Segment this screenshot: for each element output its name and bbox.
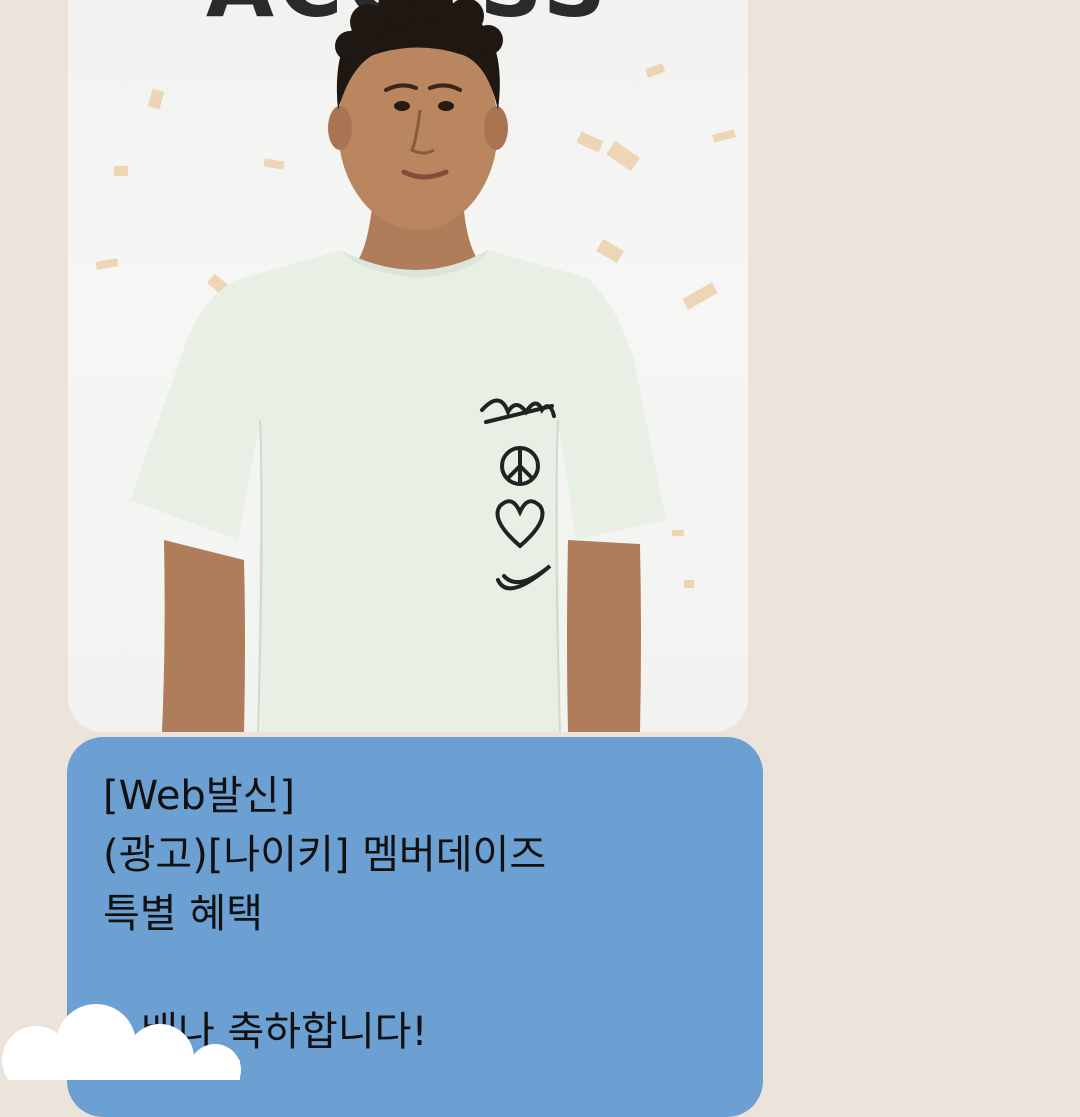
message-line: 특별 혜택 bbox=[103, 891, 263, 937]
message-line: [Web발신] bbox=[103, 773, 296, 819]
message-line: (광고)[나이키] 멤버데이즈 bbox=[103, 832, 547, 878]
promo-product-photo bbox=[95, 0, 736, 732]
promo-image-bubble[interactable]: ACCESS bbox=[68, 0, 748, 732]
cloud-sticker-decoration bbox=[2, 1004, 241, 1080]
